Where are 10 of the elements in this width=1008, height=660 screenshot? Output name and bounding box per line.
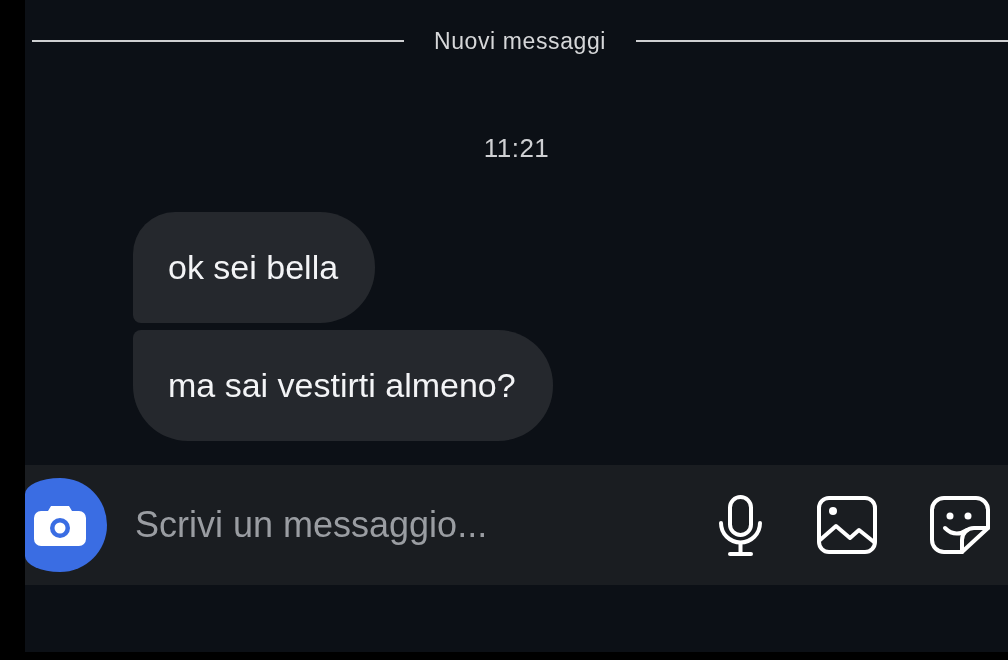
- message-time: 11:21: [483, 132, 550, 164]
- microphone-icon[interactable]: [717, 494, 764, 556]
- new-messages-label: Nuovi messaggi: [433, 27, 607, 56]
- camera-icon: [34, 504, 86, 546]
- message-input[interactable]: Scrivi un messaggio...: [135, 501, 717, 549]
- message-bubble: ok sei bella: [133, 212, 376, 323]
- camera-button[interactable]: [25, 478, 107, 572]
- sticker-icon[interactable]: [930, 496, 990, 554]
- message-bubble: ma sai vestirti almeno?: [133, 330, 553, 441]
- image-icon[interactable]: [817, 496, 877, 554]
